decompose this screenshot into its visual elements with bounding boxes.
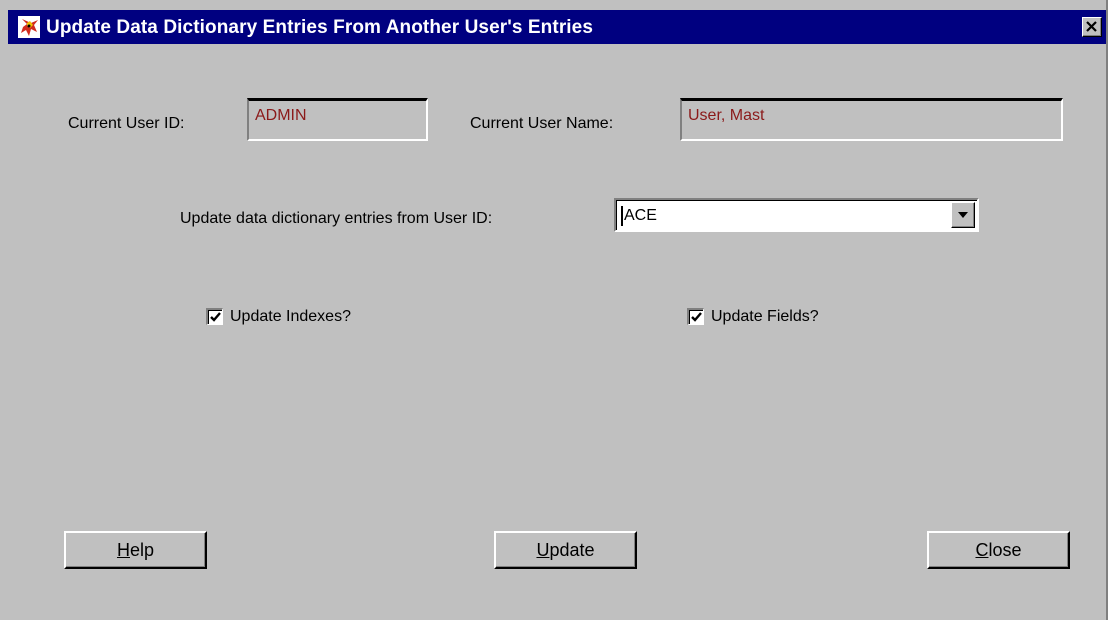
update-indexes-label[interactable]: Update Indexes? <box>230 308 351 326</box>
current-user-name-label: Current User Name: <box>470 115 614 132</box>
update-indexes-checkbox[interactable] <box>206 308 223 325</box>
current-user-name-field: User, Mast <box>680 98 1063 141</box>
update-button[interactable]: Update <box>494 531 637 569</box>
current-user-id-value: ADMIN <box>255 107 307 124</box>
title-bar[interactable]: Update Data Dictionary Entries From Anot… <box>8 10 1106 44</box>
update-label-rest: pdate <box>549 539 595 560</box>
source-user-id-combobox[interactable]: ACE <box>614 198 979 232</box>
update-fields-option[interactable]: Update Fields? <box>687 306 887 328</box>
close-label-rest: lose <box>988 539 1022 560</box>
source-user-id-value[interactable]: ACE <box>624 207 657 225</box>
current-user-id-label: Current User ID: <box>68 115 185 132</box>
window-title: Update Data Dictionary Entries From Anot… <box>46 17 594 38</box>
update-fields-checkbox[interactable] <box>687 308 704 325</box>
help-label-rest: elp <box>129 539 155 560</box>
checkmark-icon <box>691 312 702 322</box>
close-icon <box>1086 21 1097 32</box>
close-window-button[interactable] <box>1082 17 1102 37</box>
text-caret <box>621 206 623 226</box>
dropdown-arrow-icon[interactable] <box>951 202 975 228</box>
update-indexes-option[interactable]: Update Indexes? <box>206 306 426 328</box>
checkmark-icon <box>210 312 221 322</box>
update-fields-label[interactable]: Update Fields? <box>711 308 819 326</box>
current-user-name-value: User, Mast <box>688 107 765 124</box>
close-button[interactable]: Close <box>927 531 1070 569</box>
help-button[interactable]: Help <box>64 531 207 569</box>
update-dictionary-dialog: Update Data Dictionary Entries From Anot… <box>8 10 1106 618</box>
app-icon[interactable] <box>18 16 40 38</box>
current-user-id-field: ADMIN <box>247 98 428 141</box>
update-mnemonic: U <box>536 539 550 560</box>
help-mnemonic: H <box>116 539 130 560</box>
source-user-id-label: Update data dictionary entries from User… <box>180 210 493 227</box>
close-mnemonic: C <box>975 539 989 560</box>
